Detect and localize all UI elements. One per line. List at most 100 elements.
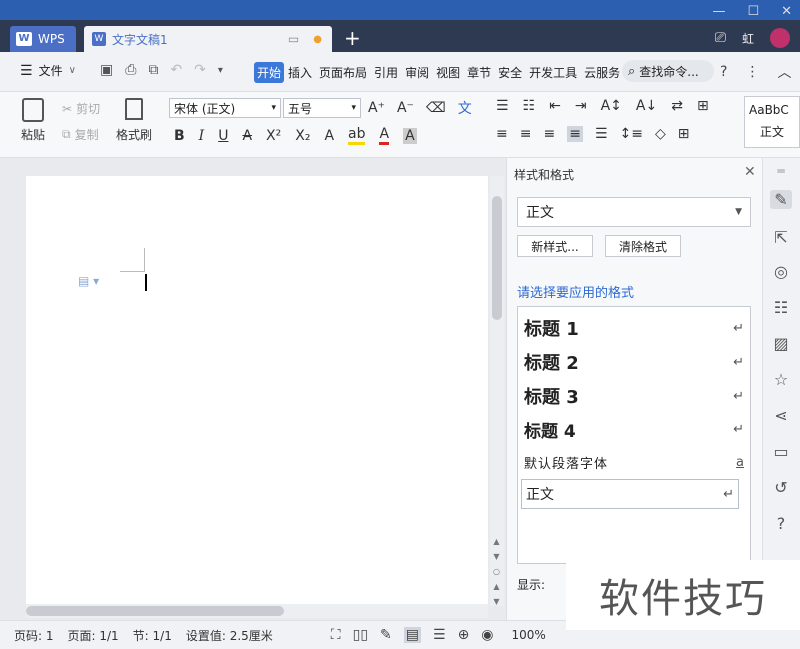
reading-view-icon[interactable]: ▯▯ (353, 627, 368, 643)
grow-font-icon[interactable]: A⁺ (368, 100, 385, 116)
history-icon[interactable]: ↺ (770, 478, 792, 497)
cut-button[interactable]: ✂ 剪切 (62, 100, 100, 117)
help-button[interactable]: ? (720, 64, 727, 80)
style-heading-3[interactable]: 标题 3 ↵ (524, 383, 744, 409)
numbered-list-icon[interactable]: ☷ (523, 98, 536, 114)
shading-icon[interactable]: ◇ (655, 126, 666, 142)
tab-security[interactable]: 安全 (495, 64, 525, 81)
distribute-icon[interactable]: ☰ (595, 126, 608, 142)
line-spacing-icon[interactable]: ↕≡ (620, 126, 643, 142)
strikethrough-icon[interactable]: A (242, 128, 252, 144)
star-icon[interactable]: ☆ (770, 370, 792, 389)
highlight-icon[interactable]: ab (348, 126, 366, 145)
tab-cloud[interactable]: 云服务 (581, 64, 623, 81)
copy-button[interactable]: ⧉ 复制 (62, 126, 99, 143)
tab-chapter[interactable]: 章节 (464, 64, 494, 81)
sidebar-collapse-icon[interactable]: ═ (770, 164, 792, 178)
format-painter-button[interactable]: 格式刷 (114, 98, 154, 143)
gallery-icon[interactable]: ▨ (770, 334, 792, 353)
paragraph-options-icon[interactable]: ▤ ▾ (78, 274, 99, 288)
char-shading-icon[interactable]: A (403, 127, 417, 144)
subscript-icon[interactable]: X₂ (295, 128, 310, 144)
tab-review[interactable]: 审阅 (402, 64, 432, 81)
close-icon[interactable]: ✕ (744, 164, 756, 180)
command-search[interactable]: ⌕ 查找命令... (622, 60, 714, 82)
customize-chevron-icon[interactable]: ▾ (218, 65, 223, 76)
minimize-button[interactable]: — (712, 4, 725, 19)
close-window-button[interactable]: ✕ (781, 4, 792, 19)
align-right-icon[interactable]: ≡ (543, 126, 555, 142)
font-color-icon[interactable]: A (379, 126, 390, 145)
eraser-icon[interactable]: ⌫ (426, 100, 446, 116)
align-center-icon[interactable]: ≡ (520, 126, 532, 142)
select-pointer-icon[interactable]: ⇱ (770, 228, 792, 247)
new-style-button[interactable]: 新样式... (517, 235, 593, 257)
page-view-icon[interactable]: ▤ (403, 627, 421, 643)
tab-document[interactable]: W 文字文稿1 ▭ ● (84, 26, 332, 52)
justify-icon[interactable]: ≡ (567, 126, 583, 142)
current-style-select[interactable]: 正文 ▼ (517, 197, 751, 227)
decrease-indent-icon[interactable]: ⇤ (549, 98, 561, 114)
bold-icon[interactable]: B (174, 128, 185, 144)
clear-format-button[interactable]: 清除格式 (605, 235, 681, 257)
collapse-ribbon-button[interactable]: ︿ (777, 62, 791, 82)
help-circle-icon[interactable]: ? (770, 514, 792, 533)
file-menu[interactable]: ☰ 文件 ∨ (20, 62, 76, 79)
eye-protect-icon[interactable]: ◉ (481, 627, 493, 643)
redo-icon[interactable]: ↷ (194, 62, 206, 78)
tab-wps-home[interactable]: W WPS (10, 26, 76, 52)
fullscreen-icon[interactable]: ⛶ (331, 627, 341, 643)
style-normal[interactable]: 正文 ↵ (521, 479, 739, 509)
share-icon[interactable]: ⋖ (770, 406, 792, 425)
tab-references[interactable]: 引用 (371, 64, 401, 81)
tab-page-layout[interactable]: 页面布局 (316, 64, 370, 81)
increase-indent-icon[interactable]: ⇥ (575, 98, 587, 114)
avatar[interactable] (770, 28, 790, 48)
style-default-font[interactable]: 默认段落字体 a (524, 453, 744, 472)
more-options-button[interactable]: ⋮ (745, 64, 759, 80)
align-left-icon[interactable]: ≡ (496, 126, 508, 142)
horizontal-scroll-thumb[interactable] (26, 606, 284, 616)
bullet-list-icon[interactable]: ☰ (496, 98, 509, 114)
tab-view[interactable]: 视图 (433, 64, 463, 81)
borders-icon[interactable]: ⊞ (678, 126, 690, 142)
outline-view-icon[interactable]: ☰ (433, 627, 446, 643)
style-heading-4[interactable]: 标题 4 ↵ (524, 417, 744, 442)
show-marks-icon[interactable]: ⇄ (671, 98, 683, 114)
paste-button[interactable]: 粘贴 (18, 98, 48, 143)
phonetic-icon[interactable]: 文 (458, 98, 472, 118)
zoom-level[interactable]: 100% (512, 628, 546, 642)
text-effect-icon[interactable]: A (324, 128, 334, 144)
table-grid-icon[interactable]: ⊞ (697, 98, 709, 114)
superscript-icon[interactable]: X² (266, 128, 281, 144)
undo-icon[interactable]: ↶ (170, 62, 182, 78)
save-icon[interactable]: ▣ (100, 62, 113, 78)
style-heading-1[interactable]: 标题 1 ↵ (524, 315, 744, 341)
tab-developer[interactable]: 开发工具 (526, 64, 580, 81)
shrink-font-icon[interactable]: A⁻ (397, 100, 414, 116)
document-page[interactable] (26, 176, 488, 606)
print-preview-icon[interactable]: ⧉ (148, 62, 158, 78)
shapes-icon[interactable]: ◎ (770, 262, 792, 281)
maximize-button[interactable]: ☐ (747, 4, 759, 19)
font-size-select[interactable]: 五号 ▾ (283, 98, 361, 118)
vertical-scroll-thumb[interactable] (492, 196, 502, 320)
underline-icon[interactable]: U (218, 128, 228, 144)
archive-icon[interactable]: ▭ (770, 442, 792, 461)
tab-insert[interactable]: 插入 (285, 64, 315, 81)
tablet-mode-icon[interactable]: ⎚ (715, 30, 726, 46)
style-gallery-preview[interactable]: AaBbC 正文 (744, 96, 800, 148)
sort-icon[interactable]: A↓ (636, 98, 657, 114)
scroll-nav-buttons[interactable]: ▲ ▼ ○ ▲ ▼ (493, 534, 500, 609)
write-mode-icon[interactable]: ✎ (380, 627, 392, 643)
print-icon[interactable]: ⎙ (125, 62, 136, 78)
screen-icon[interactable]: ▭ (288, 32, 299, 46)
user-name[interactable]: 虹 (742, 30, 754, 47)
italic-icon[interactable]: I (199, 128, 205, 144)
font-name-select[interactable]: 宋体 (正文) ▾ (169, 98, 281, 118)
tab-start[interactable]: 开始 (254, 62, 285, 83)
adjust-sliders-icon[interactable]: ☷ (770, 298, 792, 317)
web-view-icon[interactable]: ⊕ (458, 627, 470, 643)
style-heading-2[interactable]: 标题 2 ↵ (524, 349, 744, 375)
styles-pen-icon[interactable]: ✎ (770, 190, 792, 209)
